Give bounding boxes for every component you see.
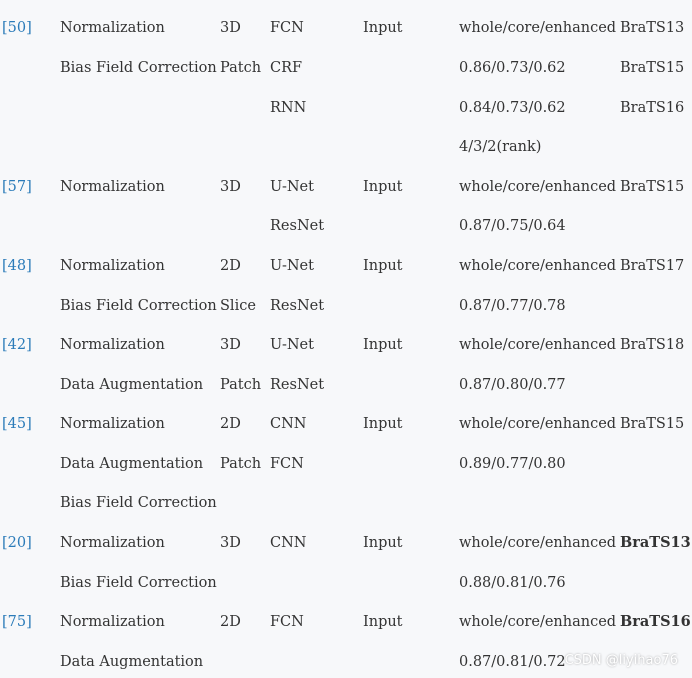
method-cell: Normalization xyxy=(60,614,165,630)
method-cell: Bias Field Correction xyxy=(60,495,217,511)
result-cell: 0.87/0.77/0.78 xyxy=(459,298,566,314)
dimension-cell: Slice xyxy=(220,298,256,314)
result-cell: whole/core/enhanced xyxy=(459,535,617,551)
result-cell: whole/core/enhanced xyxy=(459,337,617,353)
reference-link[interactable]: [75] xyxy=(2,610,32,634)
dimension-cell: 3D xyxy=(220,179,241,195)
stage-cell: Input xyxy=(363,416,403,432)
table-row: Data Augmentation Patch ResNet 0.87/0.80/0.… xyxy=(0,373,692,397)
table-row: [75] Normalization 2D FCN Input whole/core/en… xyxy=(0,610,692,634)
reference-link[interactable]: [48] xyxy=(2,254,32,278)
table-row: [45] Normalization 2D CNN Input whole/core/en… xyxy=(0,412,692,436)
dataset-cell: BraTS13 xyxy=(620,20,685,36)
reference-link[interactable]: [50] xyxy=(2,16,32,40)
network-cell: FCN xyxy=(270,20,304,36)
stage-cell: Input xyxy=(363,535,403,551)
dataset-cell: BraTS15 xyxy=(620,179,685,195)
stage-cell: Input xyxy=(363,337,403,353)
dataset-cell: BraTS18 xyxy=(620,337,685,353)
result-cell: whole/core/enhanced xyxy=(459,614,617,630)
reference-link[interactable]: [42] xyxy=(2,333,32,357)
stage-cell: Input xyxy=(363,614,403,630)
dimension-cell: Patch xyxy=(220,377,262,393)
method-cell: Normalization xyxy=(60,179,165,195)
network-cell: U-Net xyxy=(270,337,314,353)
result-cell: 0.84/0.73/0.62 xyxy=(459,100,566,116)
stage-cell: Input xyxy=(363,258,403,274)
result-cell: whole/core/enhanced xyxy=(459,20,617,36)
network-cell: U-Net xyxy=(270,179,314,195)
method-cell: Normalization xyxy=(60,416,165,432)
table-row: Data Augmentation Patch FCN 0.89/0.77/0.80 xyxy=(0,452,692,476)
dataset-cell: BraTS15 xyxy=(620,60,685,76)
method-cell: Data Augmentation xyxy=(60,377,204,393)
result-cell: whole/core/enhanced xyxy=(459,416,617,432)
result-cell: whole/core/enhanced xyxy=(459,179,617,195)
result-cell: whole/core/enhanced xyxy=(459,258,617,274)
method-cell: Data Augmentation xyxy=(60,456,204,472)
method-cell: Normalization xyxy=(60,20,165,36)
dataset-cell: BraTS15 xyxy=(620,416,685,432)
network-cell: ResNet xyxy=(270,298,325,314)
method-cell: Normalization xyxy=(60,337,165,353)
reference-link[interactable]: [45] xyxy=(2,412,32,436)
dimension-cell: 2D xyxy=(220,416,241,432)
dataset-cell: BraTS16 xyxy=(620,613,691,630)
dimension-cell: 3D xyxy=(220,337,241,353)
method-cell: Bias Field Correction xyxy=(60,298,217,314)
method-cell: Bias Field Correction xyxy=(60,575,217,591)
dimension-cell: 2D xyxy=(220,614,241,630)
dimension-cell: 3D xyxy=(220,535,241,551)
table-row: RNN 0.84/0.73/0.62 BraTS16 xyxy=(0,96,692,120)
network-cell: CRF xyxy=(270,60,303,76)
table-row: [20] Normalization 3D CNN Input whole/core/en… xyxy=(0,531,692,555)
result-cell: 0.87/0.75/0.64 xyxy=(459,218,566,234)
result-cell: 0.87/0.80/0.77 xyxy=(459,377,566,393)
reference-link[interactable]: [20] xyxy=(2,531,32,555)
stage-cell: Input xyxy=(363,179,403,195)
network-cell: FCN xyxy=(270,456,304,472)
dataset-cell: BraTS13 xyxy=(620,534,691,551)
network-cell: U-Net xyxy=(270,258,314,274)
method-cell: Bias Field Correction xyxy=(60,60,217,76)
method-cell: Normalization xyxy=(60,535,165,551)
result-cell: 0.87/0.81/0.72 xyxy=(459,654,566,670)
table-row: Bias Field Correction 0.88/0.81/0.76 xyxy=(0,571,692,595)
reference-link[interactable]: [57] xyxy=(2,175,32,199)
network-cell: ResNet xyxy=(270,377,325,393)
table-row: 4/3/2(rank) xyxy=(0,135,692,159)
dimension-cell: 2D xyxy=(220,258,241,274)
result-cell: 0.88/0.81/0.76 xyxy=(459,575,566,591)
table-row: Bias Field Correction Patch CRF 0.86/0.73/0… xyxy=(0,56,692,80)
table-row: [42] Normalization 3D U-Net Input whole/core/… xyxy=(0,333,692,357)
result-cell: 4/3/2(rank) xyxy=(459,139,542,155)
method-cell: Data Augmentation xyxy=(60,654,204,670)
result-cell: 0.89/0.77/0.80 xyxy=(459,456,566,472)
watermark: CSDN @liyihao76 xyxy=(564,653,678,668)
table-row: [50] Normalization 3D FCN Input whole/core/en… xyxy=(0,16,692,40)
method-cell: Normalization xyxy=(60,258,165,274)
result-cell: 0.86/0.73/0.62 xyxy=(459,60,566,76)
dimension-cell: Patch xyxy=(220,456,262,472)
results-table: [50] Normalization 3D FCN Input whole/core/en… xyxy=(0,0,692,678)
network-cell: FCN xyxy=(270,614,304,630)
stage-cell: Input xyxy=(363,20,403,36)
dataset-cell: BraTS17 xyxy=(620,258,685,274)
dataset-cell: BraTS16 xyxy=(620,100,685,116)
table-row: Bias Field Correction xyxy=(0,491,692,515)
dimension-cell: 3D xyxy=(220,20,241,36)
table-row: Bias Field Correction Slice ResNet 0.87/0.7… xyxy=(0,294,692,318)
dimension-cell: Patch xyxy=(220,60,262,76)
table-row: ResNet 0.87/0.75/0.64 xyxy=(0,214,692,238)
table-row: [57] Normalization 3D U-Net Input whole/core/… xyxy=(0,175,692,199)
network-cell: CNN xyxy=(270,416,307,432)
table-row: [48] Normalization 2D U-Net Input whole/core/… xyxy=(0,254,692,278)
network-cell: CNN xyxy=(270,535,307,551)
network-cell: RNN xyxy=(270,100,307,116)
network-cell: ResNet xyxy=(270,218,325,234)
